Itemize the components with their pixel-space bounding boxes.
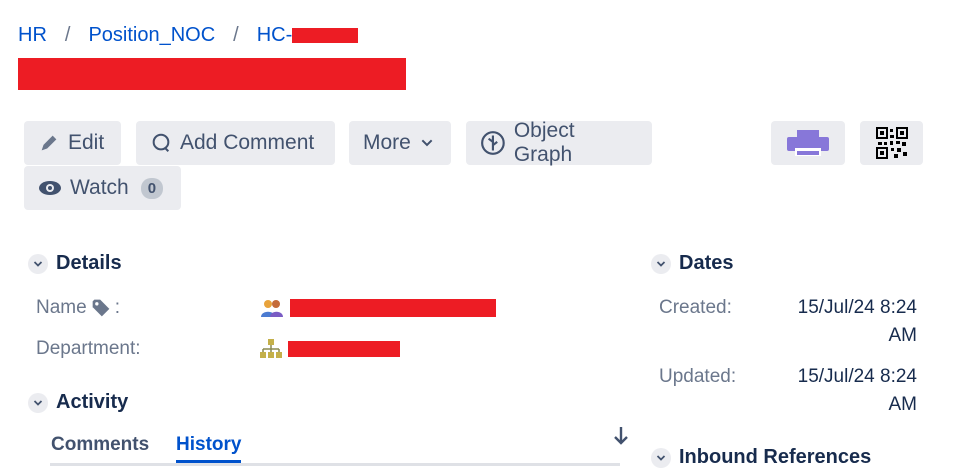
object-graph-button[interactable]: Object Graph bbox=[466, 119, 652, 166]
eye-icon bbox=[39, 181, 61, 195]
chevron-down-icon bbox=[651, 447, 671, 468]
people-icon bbox=[261, 300, 283, 317]
qr-code-button[interactable] bbox=[860, 121, 923, 165]
breadcrumb-object-key[interactable]: HC- bbox=[257, 24, 359, 47]
edit-button[interactable]: Edit bbox=[24, 121, 121, 165]
updated-value: 15/Jul/24 8:24 AM bbox=[797, 366, 917, 415]
comment-icon bbox=[152, 133, 170, 152]
name-field-value[interactable] bbox=[260, 298, 496, 318]
created-value: 15/Jul/24 8:24 AM bbox=[797, 297, 917, 346]
details-section-header[interactable]: Details bbox=[28, 252, 122, 275]
breadcrumb-separator: / bbox=[64, 24, 71, 46]
redaction-bar bbox=[288, 341, 400, 357]
details-heading: Details bbox=[56, 252, 122, 274]
breadcrumb-hr[interactable]: HR bbox=[18, 24, 47, 47]
breadcrumb: HR / Position_NOC / HC- bbox=[18, 24, 359, 47]
breadcrumb-position-noc[interactable]: Position_NOC bbox=[88, 24, 215, 47]
updated-label: Updated: bbox=[659, 366, 737, 387]
tab-history[interactable]: History bbox=[176, 434, 242, 463]
activity-section-header[interactable]: Activity bbox=[28, 391, 128, 414]
object-graph-icon bbox=[481, 131, 505, 155]
name-field-label: Name : bbox=[36, 297, 120, 319]
breadcrumb-separator: / bbox=[233, 24, 239, 46]
inbound-references-header[interactable]: Inbound References bbox=[651, 446, 871, 469]
watch-button[interactable]: Watch 0 bbox=[24, 166, 181, 210]
sort-arrow-down-icon[interactable] bbox=[612, 426, 630, 446]
chevron-down-icon bbox=[421, 139, 433, 147]
activity-tabs: Comments History bbox=[50, 430, 620, 466]
dates-heading: Dates bbox=[679, 252, 734, 274]
department-field-value[interactable] bbox=[260, 339, 400, 359]
tag-icon bbox=[92, 299, 110, 317]
organization-icon bbox=[260, 339, 282, 358]
object-graph-label: Object Graph bbox=[513, 119, 575, 166]
page-title-redacted bbox=[18, 58, 406, 90]
department-field-label: Department: bbox=[36, 338, 141, 359]
add-comment-label: Add Comment bbox=[180, 131, 315, 154]
name-label-text: Name bbox=[36, 297, 87, 318]
pencil-icon bbox=[41, 135, 57, 151]
inbound-references-heading: Inbound References bbox=[679, 446, 872, 468]
redaction-bar bbox=[290, 299, 496, 317]
watch-count-badge: 0 bbox=[140, 177, 164, 199]
printer-icon bbox=[787, 130, 829, 156]
edit-button-label: Edit bbox=[68, 131, 105, 154]
chevron-down-icon bbox=[28, 253, 48, 274]
qr-code-icon bbox=[875, 127, 908, 159]
print-button[interactable] bbox=[771, 121, 845, 165]
tab-comments[interactable]: Comments bbox=[51, 434, 149, 456]
more-dropdown-button[interactable]: More bbox=[349, 121, 451, 165]
watch-label: Watch bbox=[70, 176, 129, 199]
activity-heading: Activity bbox=[56, 391, 129, 413]
created-label: Created: bbox=[659, 297, 732, 318]
chevron-down-icon bbox=[28, 392, 48, 413]
more-label: More bbox=[363, 131, 411, 154]
name-label-colon: : bbox=[114, 297, 120, 318]
chevron-down-icon bbox=[651, 253, 671, 274]
dates-section-header[interactable]: Dates bbox=[651, 252, 733, 275]
redaction-bar bbox=[292, 28, 359, 44]
add-comment-button[interactable]: Add Comment bbox=[136, 121, 335, 165]
